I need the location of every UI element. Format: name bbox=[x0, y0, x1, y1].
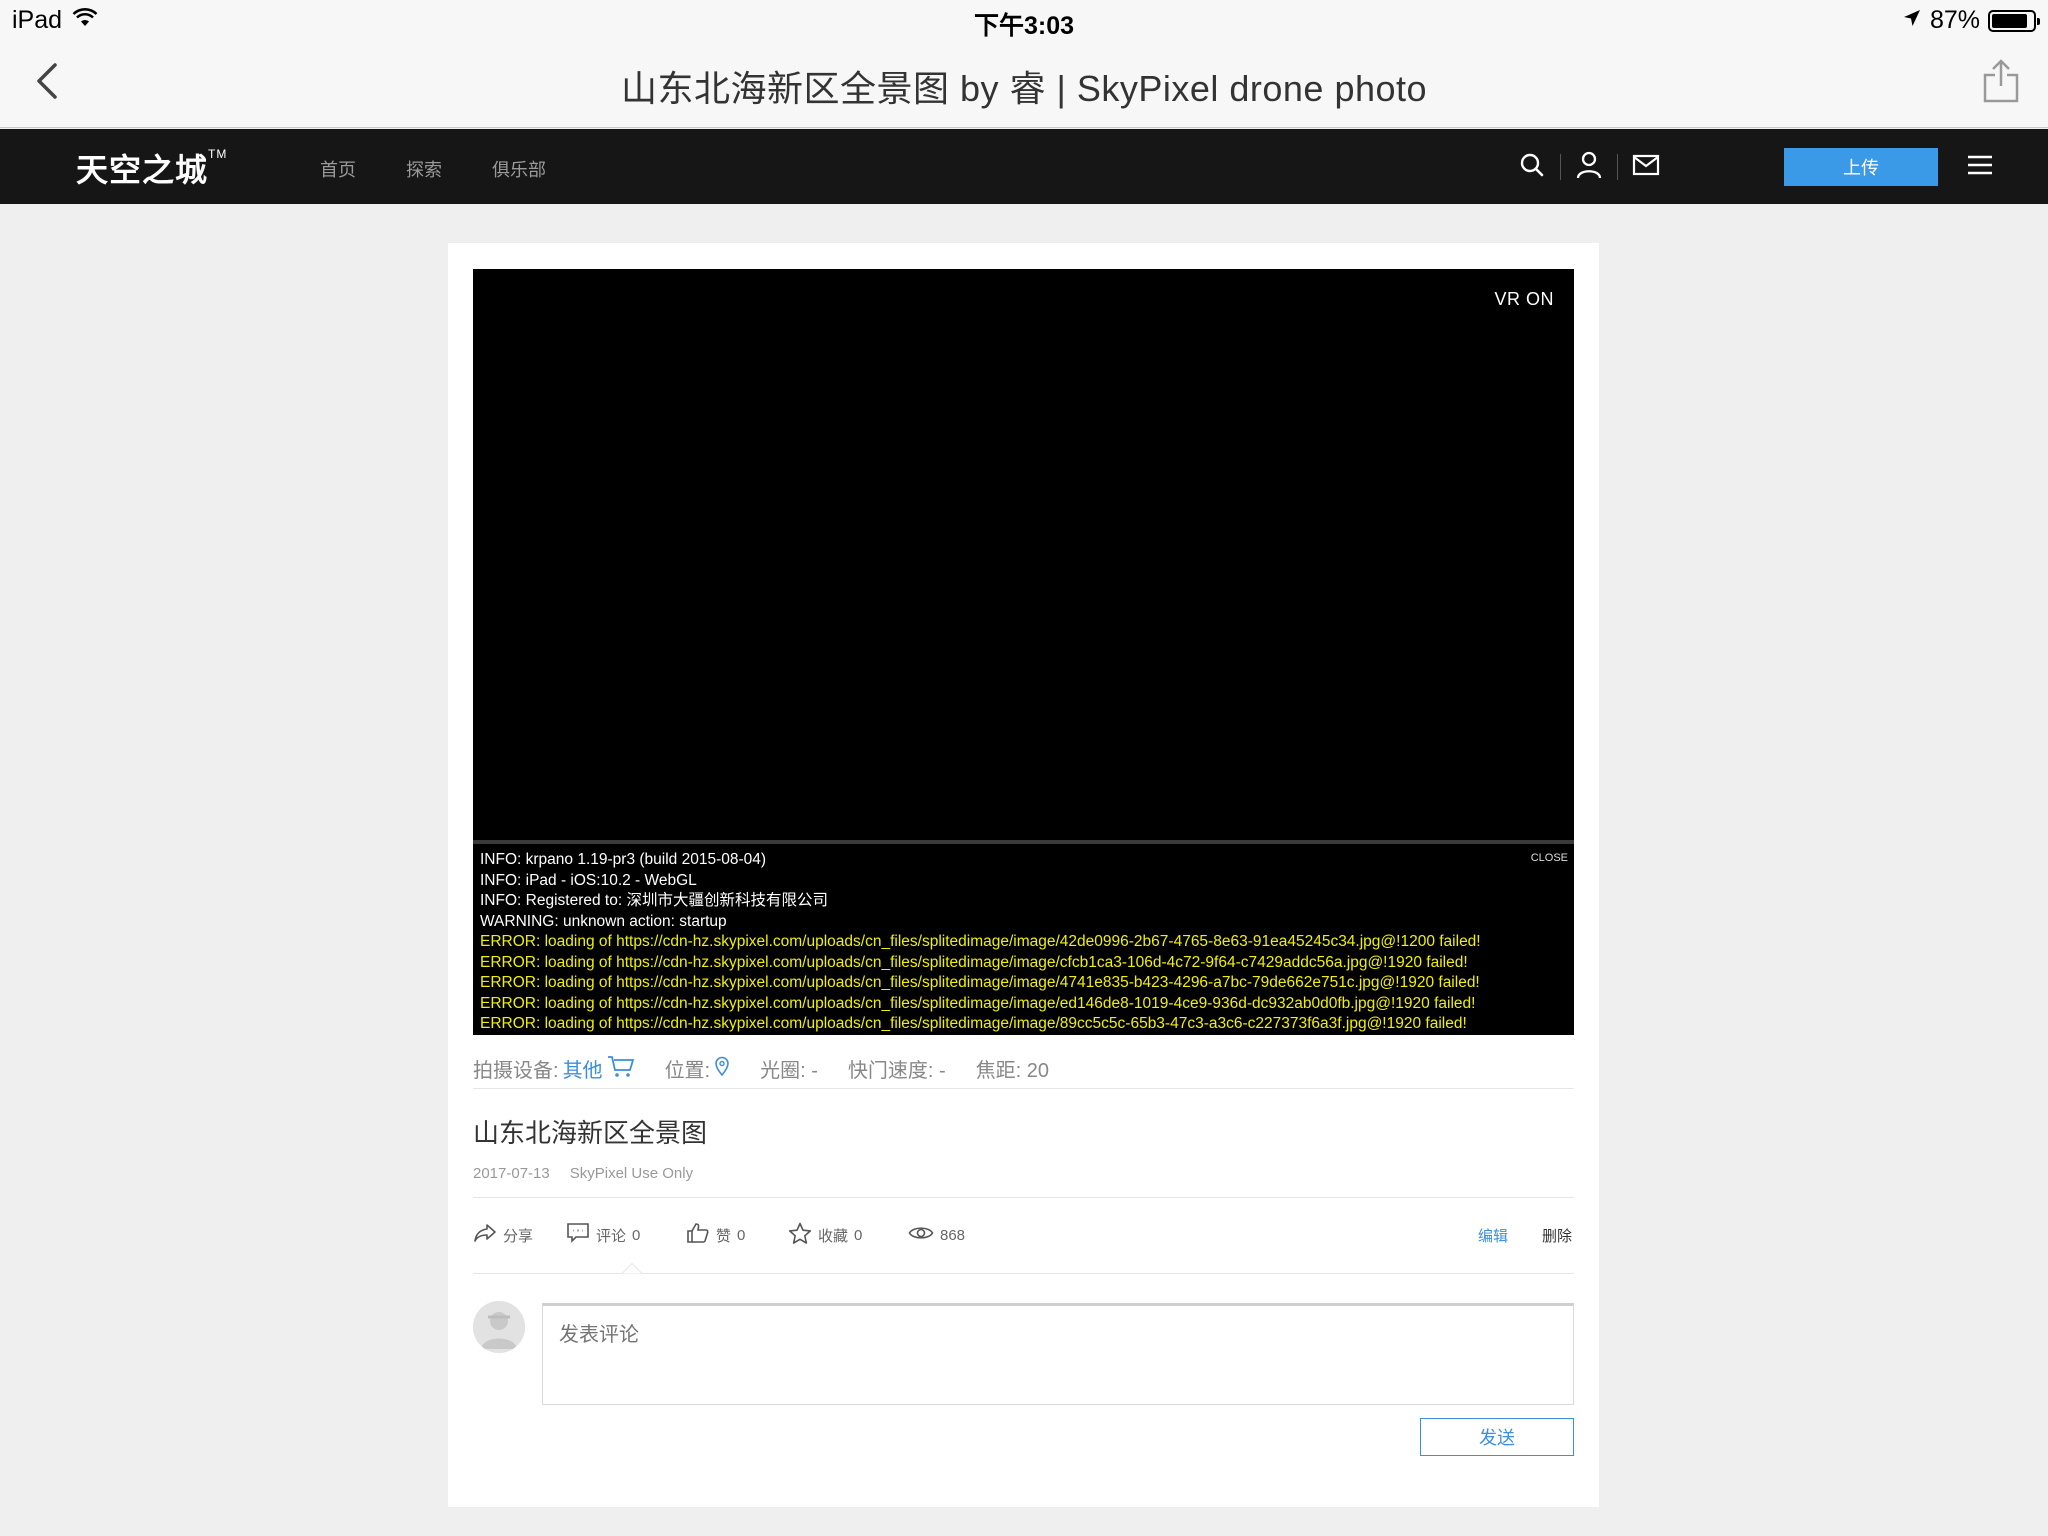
views-count: 868 bbox=[940, 1226, 966, 1244]
back-button[interactable] bbox=[22, 58, 72, 108]
status-right: 87% bbox=[1902, 6, 2040, 35]
map-pin-icon[interactable] bbox=[714, 1056, 730, 1082]
console-log-line: WARNING: unknown action: startup bbox=[480, 912, 727, 930]
console-log-line: INFO: Registered to: 深圳市大疆创新科技有限公司 bbox=[480, 892, 828, 909]
photo-meta-bar: 拍摄设备: 其他 位置: 光圈: - 快门速度: - 焦距: 20 bbox=[473, 1049, 1574, 1089]
chevron-left-icon bbox=[35, 62, 59, 105]
delete-link[interactable]: 删除 bbox=[1542, 1217, 1572, 1253]
console-log-line: INFO: iPad - iOS:10.2 - WebGL bbox=[480, 871, 697, 889]
post-license: SkyPixel Use Only bbox=[569, 1165, 694, 1182]
comment-label: 评论 bbox=[596, 1227, 627, 1245]
page-title: 山东北海新区全景图 by 睿 | SkyPixel drone photo bbox=[620, 68, 1428, 109]
status-time: 下午3:03 bbox=[973, 12, 1075, 40]
share-button[interactable] bbox=[1976, 58, 2026, 108]
share-arrow-icon bbox=[473, 1223, 497, 1247]
search-icon bbox=[1519, 152, 1545, 183]
console-log-line: ERROR: loading of https://cdn-hz.skypixe… bbox=[480, 953, 1468, 971]
console-log: INFO: krpano 1.19-pr3 (build 2015-08-04)… bbox=[480, 850, 1566, 1035]
device-meta: 拍摄设备: 其他 bbox=[473, 1054, 635, 1084]
post-title: 山东北海新区全景图 bbox=[473, 1118, 708, 1148]
thumbs-up-icon bbox=[686, 1222, 710, 1248]
eye-icon bbox=[908, 1224, 934, 1246]
share-icon bbox=[1981, 58, 2021, 109]
favorite-action[interactable]: 收藏 0 bbox=[788, 1217, 862, 1253]
focal-meta: 焦距: 20 bbox=[975, 1060, 1050, 1082]
header-separator bbox=[1560, 154, 1561, 180]
header-icons bbox=[1510, 147, 1668, 187]
share-action[interactable]: 分享 bbox=[473, 1217, 533, 1253]
like-count: 0 bbox=[737, 1226, 746, 1244]
device-value-link[interactable]: 其他 bbox=[563, 1054, 603, 1083]
like-label: 赞 bbox=[716, 1227, 732, 1245]
avatar bbox=[473, 1301, 525, 1353]
search-button[interactable] bbox=[1510, 147, 1554, 187]
console-log-line: ERROR: loading of https://cdn-hz.skypixe… bbox=[480, 933, 1481, 950]
device-label: 拍摄设备: bbox=[473, 1060, 559, 1082]
cart-icon[interactable] bbox=[607, 1054, 635, 1084]
location-label: 位置: bbox=[664, 1060, 711, 1082]
menu-button[interactable] bbox=[1960, 149, 2000, 185]
nav-home[interactable]: 首页 bbox=[320, 156, 356, 182]
console-log-line: ERROR: loading of https://cdn-hz.skypixe… bbox=[480, 974, 1480, 991]
hamburger-icon bbox=[1966, 154, 1994, 181]
location-arrow-icon bbox=[1902, 6, 1922, 35]
site-nav: 首页 探索 俱乐部 bbox=[320, 156, 546, 182]
vr-toggle[interactable]: VR ON bbox=[1494, 289, 1554, 310]
header-separator bbox=[1617, 154, 1618, 180]
send-button[interactable]: 发送 bbox=[1420, 1418, 1574, 1456]
post-date: 2017-07-13 bbox=[473, 1165, 550, 1182]
status-bar: iPad 下午3:03 87% bbox=[0, 0, 2048, 40]
panorama-viewer[interactable]: VR ON CLOSE INFO: krpano 1.19-pr3 (build… bbox=[473, 269, 1574, 1035]
messages-button[interactable] bbox=[1624, 147, 1668, 187]
comment-panel-caret bbox=[622, 1263, 642, 1274]
favorite-count: 0 bbox=[854, 1226, 863, 1244]
console-log-line: ERROR: loading of https://cdn-hz.skypixe… bbox=[480, 994, 1476, 1012]
post-subline: 2017-07-13 SkyPixel Use Only bbox=[473, 1165, 693, 1182]
console-close-button[interactable]: CLOSE bbox=[1531, 852, 1568, 864]
logo-tm: TM bbox=[208, 147, 228, 161]
krpano-console: CLOSE INFO: krpano 1.19-pr3 (build 2015-… bbox=[473, 840, 1574, 1035]
star-icon bbox=[788, 1222, 812, 1249]
comment-icon bbox=[566, 1222, 590, 1248]
divider bbox=[473, 1197, 1574, 1198]
site-header: 天空之城TM 首页 探索 俱乐部 上传 bbox=[0, 129, 2048, 204]
aperture-meta: 光圈: - bbox=[760, 1060, 818, 1082]
location-meta: 位置: bbox=[665, 1054, 731, 1083]
battery-icon bbox=[1988, 9, 2040, 32]
browser-nav-bar: 山东北海新区全景图 by 睿 | SkyPixel drone photo bbox=[0, 40, 2048, 128]
share-label: 分享 bbox=[503, 1227, 534, 1245]
user-icon bbox=[1576, 151, 1602, 184]
logo-text: 天空之城 bbox=[76, 152, 209, 188]
action-bar: 分享 评论 0 赞 0 收藏 0 868 编辑 删除 bbox=[473, 1217, 1574, 1253]
shutter-meta: 快门速度: - bbox=[847, 1060, 946, 1082]
site-logo[interactable]: 天空之城TM bbox=[76, 145, 227, 191]
comment-action[interactable]: 评论 0 bbox=[566, 1217, 640, 1253]
favorite-label: 收藏 bbox=[818, 1227, 849, 1245]
battery-level bbox=[1992, 13, 2027, 28]
console-log-line: INFO: krpano 1.19-pr3 (build 2015-08-04) bbox=[480, 851, 767, 868]
comment-count: 0 bbox=[632, 1226, 641, 1244]
views-stat: 868 bbox=[908, 1217, 965, 1253]
photo-card: VR ON CLOSE INFO: krpano 1.19-pr3 (build… bbox=[448, 243, 1599, 1507]
comment-input[interactable] bbox=[542, 1303, 1574, 1405]
account-button[interactable] bbox=[1567, 147, 1611, 187]
upload-button[interactable]: 上传 bbox=[1784, 148, 1938, 186]
battery-percent: 87% bbox=[1929, 6, 1980, 34]
nav-explore[interactable]: 探索 bbox=[406, 156, 442, 182]
edit-link[interactable]: 编辑 bbox=[1478, 1217, 1508, 1253]
console-log-line: ERROR: loading of https://cdn-hz.skypixe… bbox=[480, 1015, 1467, 1032]
mail-icon bbox=[1632, 154, 1660, 181]
nav-club[interactable]: 俱乐部 bbox=[492, 156, 546, 182]
like-action[interactable]: 赞 0 bbox=[686, 1217, 745, 1253]
